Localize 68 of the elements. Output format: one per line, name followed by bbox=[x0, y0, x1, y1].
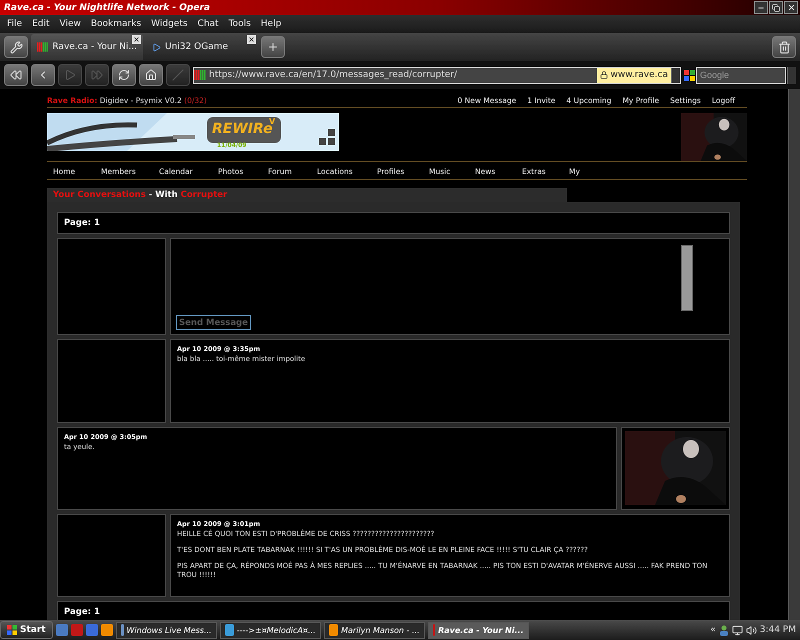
trash-icon bbox=[778, 40, 790, 54]
user-icon bbox=[718, 624, 729, 636]
close-button[interactable] bbox=[784, 1, 798, 14]
site-name: www.rave.ca bbox=[610, 70, 668, 80]
page-number: Page: 1 bbox=[64, 218, 100, 228]
address-field[interactable]: https://www.rave.ca/en/17.0/messages_read/corrupter/ www.rave.ca bbox=[193, 66, 681, 84]
close-icon bbox=[786, 3, 796, 12]
play-icon bbox=[152, 42, 161, 52]
search-field[interactable]: Google bbox=[696, 66, 786, 84]
menu-item[interactable]: Help bbox=[256, 19, 286, 29]
close-icon bbox=[248, 36, 255, 43]
dropdown-button[interactable] bbox=[787, 66, 796, 84]
tab-label: Uni32 OGame bbox=[165, 42, 228, 52]
plus-icon bbox=[267, 41, 279, 53]
trash-button[interactable] bbox=[772, 36, 796, 58]
tools-button[interactable] bbox=[4, 36, 28, 58]
menu-item[interactable]: Edit bbox=[27, 19, 54, 29]
page-number: Page: 1 bbox=[64, 607, 100, 617]
home-icon bbox=[145, 69, 157, 81]
section-heading: Your Conversations - With Corrupter bbox=[53, 190, 228, 200]
clock: 3:44 PM bbox=[760, 625, 796, 635]
restore-icon bbox=[772, 4, 780, 12]
window-title: Rave.ca - Your Nightlife Network - Opera bbox=[4, 2, 210, 12]
edit-icon bbox=[172, 69, 184, 81]
menu-item[interactable]: Bookmarks bbox=[86, 19, 146, 29]
menu-item[interactable]: Tools bbox=[224, 19, 256, 29]
reload-button[interactable] bbox=[112, 64, 136, 86]
equalizer-icon bbox=[194, 69, 206, 81]
menu-item[interactable]: View bbox=[54, 19, 86, 29]
rewind-button[interactable] bbox=[4, 64, 28, 86]
app-icon[interactable] bbox=[100, 624, 113, 636]
url-text: https://www.rave.ca/en/17.0/messages_read/corrupter/ bbox=[208, 70, 458, 80]
tray-toggle[interactable]: « bbox=[710, 625, 716, 635]
tab-label: Rave.ca - Your Ni... bbox=[52, 42, 137, 52]
lock-icon bbox=[600, 71, 608, 79]
windows-icon bbox=[7, 625, 17, 635]
start-button[interactable]: Start bbox=[0, 621, 53, 639]
app-icon[interactable] bbox=[56, 624, 68, 636]
wrench-icon bbox=[10, 40, 22, 54]
network-icon bbox=[732, 624, 743, 636]
browser-tab[interactable]: Uni32 OGame bbox=[146, 34, 258, 60]
taskbar-button[interactable]: Marilyn Manson - ... bbox=[324, 622, 425, 638]
tab-close-button[interactable] bbox=[247, 35, 256, 44]
equalizer-icon bbox=[37, 41, 48, 53]
volume-icon[interactable] bbox=[746, 624, 757, 636]
menu-item[interactable]: Chat bbox=[192, 19, 224, 29]
taskbar-button[interactable]: ---->±¤MelodicA¤... bbox=[220, 622, 321, 638]
google-icon bbox=[684, 70, 695, 80]
forward-icon bbox=[64, 69, 76, 81]
menu-item[interactable]: Widgets bbox=[146, 19, 193, 29]
tab-close-button[interactable] bbox=[132, 35, 141, 44]
fast-forward-icon bbox=[91, 69, 103, 81]
scrollbar bbox=[681, 245, 693, 311]
close-icon bbox=[133, 36, 140, 43]
back-button[interactable] bbox=[31, 64, 55, 86]
home-button[interactable] bbox=[139, 64, 163, 86]
minimize-button[interactable] bbox=[754, 1, 768, 14]
restore-button[interactable] bbox=[769, 1, 783, 14]
menu-item[interactable]: File bbox=[2, 19, 28, 29]
taskbar-button[interactable]: Windows Live Mess... bbox=[116, 622, 217, 638]
browser-tab[interactable]: Rave.ca - Your Ni... bbox=[31, 34, 143, 60]
app-icon[interactable] bbox=[86, 624, 98, 636]
rewind-icon bbox=[10, 69, 22, 81]
dropdown-button[interactable] bbox=[671, 68, 680, 82]
new-tab-button[interactable] bbox=[261, 36, 285, 58]
reload-icon bbox=[118, 69, 130, 81]
banner-mark: V bbox=[269, 117, 276, 126]
taskbar-button[interactable]: Rave.ca - Your Ni... bbox=[428, 622, 529, 638]
